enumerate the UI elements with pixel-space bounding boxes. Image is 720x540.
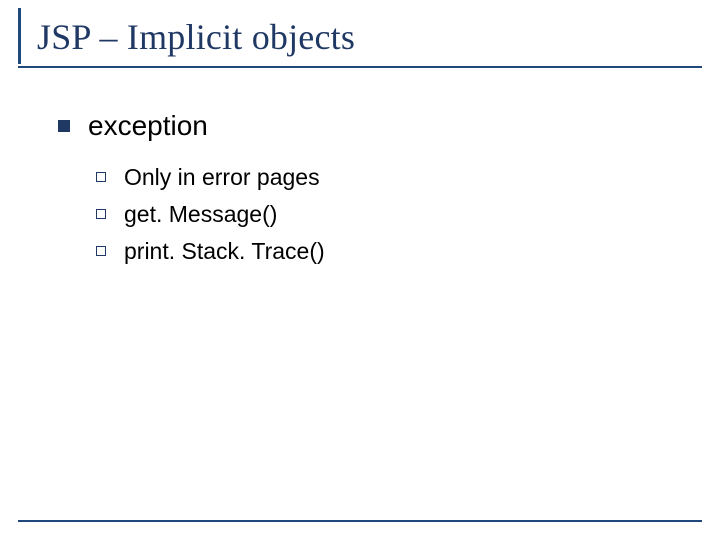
square-bullet-filled-icon — [58, 120, 70, 132]
content-area: exception Only in error pages get. Messa… — [18, 68, 702, 265]
level1-text: exception — [88, 110, 208, 142]
list-item-level2: Only in error pages — [96, 164, 702, 191]
level2-list: Only in error pages get. Message() print… — [58, 164, 702, 265]
level2-text: get. Message() — [124, 201, 277, 228]
title-wrapper: JSP – Implicit objects — [18, 8, 702, 64]
level2-text: Only in error pages — [124, 164, 320, 191]
slide-container: JSP – Implicit objects exception Only in… — [0, 0, 720, 540]
square-bullet-hollow-icon — [96, 246, 106, 256]
square-bullet-hollow-icon — [96, 172, 106, 182]
list-item-level2: get. Message() — [96, 201, 702, 228]
level2-text: print. Stack. Trace() — [124, 238, 325, 265]
list-item-level2: print. Stack. Trace() — [96, 238, 702, 265]
square-bullet-hollow-icon — [96, 209, 106, 219]
list-item-level1: exception — [58, 110, 702, 142]
bottom-divider — [18, 520, 702, 522]
slide-title: JSP – Implicit objects — [37, 16, 702, 58]
